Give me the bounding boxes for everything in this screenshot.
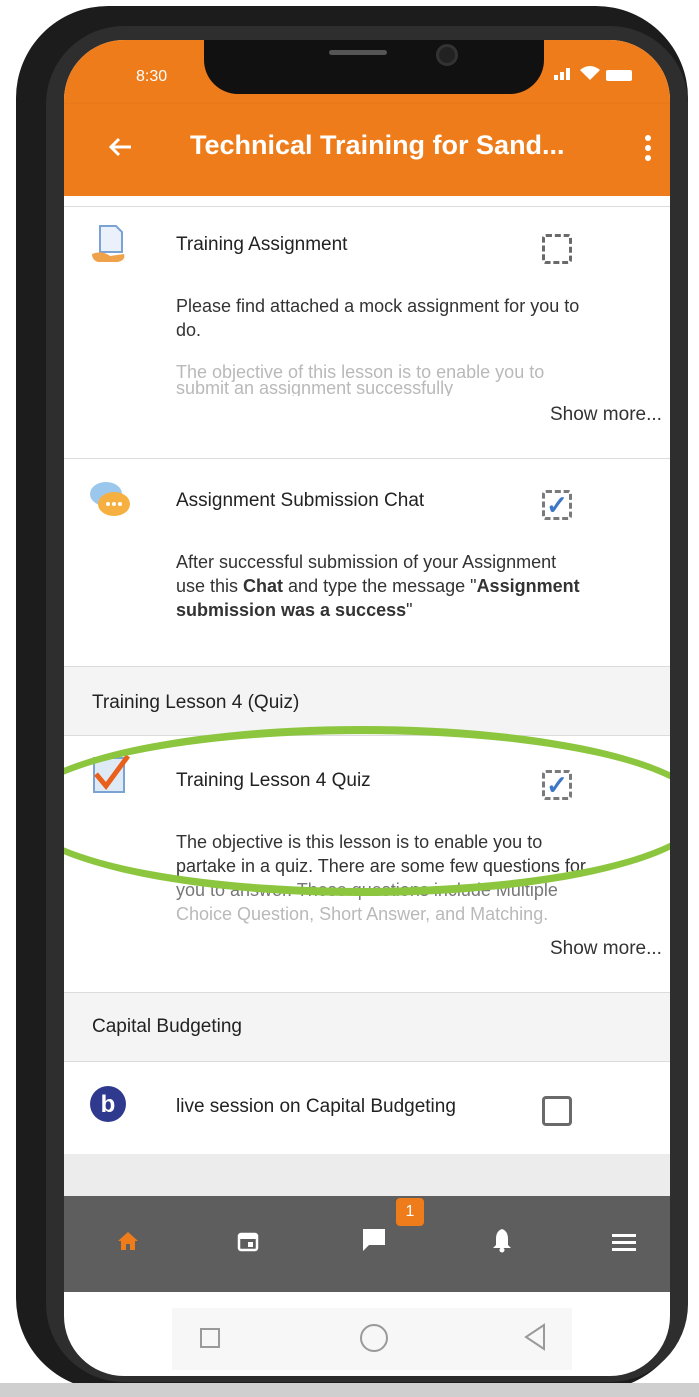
recents-button[interactable] xyxy=(200,1328,220,1348)
completion-checkbox-chat: ✓ xyxy=(542,490,572,520)
nav-calendar[interactable] xyxy=(228,1224,268,1264)
page-bottom-edge xyxy=(0,1383,699,1397)
triangle-back-icon xyxy=(524,1323,545,1351)
bell-icon xyxy=(493,1229,511,1253)
home-icon xyxy=(118,1232,138,1250)
nav-more[interactable] xyxy=(604,1224,644,1264)
description-line: After successful submission of your Assi… xyxy=(176,552,557,572)
activity-description-assignment: Please find attached a mock assignment f… xyxy=(176,294,666,342)
arrow-left-icon xyxy=(108,137,131,157)
more-options-button[interactable] xyxy=(638,134,658,166)
camera-notch xyxy=(204,40,544,94)
nav-notifications[interactable] xyxy=(482,1224,522,1264)
nav-messages[interactable] xyxy=(354,1224,394,1264)
calendar-icon xyxy=(237,1232,259,1252)
activity-title-chat[interactable]: Assignment Submission Chat xyxy=(176,490,424,512)
menu-icon xyxy=(612,1234,636,1251)
bold-text: Assignment xyxy=(476,576,580,596)
assignment-icon xyxy=(88,222,132,266)
text: " xyxy=(406,600,413,620)
description-line: submit an assignment successfully xyxy=(176,378,454,396)
content-footer-bg xyxy=(64,1154,670,1196)
activity-description-chat: After successful submission of your Assi… xyxy=(176,550,666,622)
camera-icon xyxy=(436,44,458,66)
activity-description-faded: The objective of this lesson is to enabl… xyxy=(176,360,666,396)
phone-screen: 8:30 Technical Training for Sand... Trai… xyxy=(64,40,670,1376)
status-bar: 8:30 xyxy=(64,40,670,104)
activity-title-assignment[interactable]: Training Assignment xyxy=(176,234,347,256)
course-content: Training Assignment Please find attached… xyxy=(64,196,670,1196)
speaker-slot xyxy=(329,50,387,55)
system-navigation-bar xyxy=(172,1308,572,1370)
divider xyxy=(64,458,670,459)
bold-text: Chat xyxy=(243,576,284,596)
description-line: do. xyxy=(176,320,202,340)
activity-title-live-session[interactable]: live session on Capital Budgeting xyxy=(176,1096,456,1118)
battery-icon xyxy=(606,69,632,81)
completion-checkbox-assignment xyxy=(542,234,572,264)
text: use this xyxy=(176,576,244,596)
section-heading-capital-budgeting: Capital Budgeting xyxy=(92,1016,242,1037)
home-system-button[interactable] xyxy=(360,1324,388,1352)
svg-text:b: b xyxy=(101,1091,116,1118)
text: and type the message " xyxy=(283,576,477,596)
divider xyxy=(64,206,670,207)
nav-home[interactable] xyxy=(108,1224,148,1264)
wifi-icon xyxy=(580,66,600,84)
status-icons xyxy=(554,66,632,84)
description-line: Please find attached a mock assignment f… xyxy=(176,296,580,316)
description-line: Choice Question, Short Answer, and Match… xyxy=(176,904,549,924)
show-more-link[interactable]: Show more... xyxy=(550,404,662,426)
divider xyxy=(64,1061,670,1062)
page-title: Technical Training for Sand... xyxy=(190,130,565,160)
section-heading-lesson4: Training Lesson 4 (Quiz) xyxy=(92,692,300,713)
messages-badge: 1 xyxy=(396,1198,424,1226)
completion-checkbox-live-session[interactable] xyxy=(542,1096,572,1126)
bigbluebutton-icon: b xyxy=(88,1084,132,1128)
app-bar: Technical Training for Sand... xyxy=(64,104,670,196)
back-system-button[interactable] xyxy=(522,1322,548,1358)
description-line: submission was a success" xyxy=(176,598,666,622)
description-line: use this Chat and type the message "Assi… xyxy=(176,574,666,598)
signal-icon xyxy=(554,66,574,84)
more-vert-icon xyxy=(645,135,651,161)
highlight-annotation xyxy=(64,726,670,896)
bottom-navigation: 1 xyxy=(64,1196,670,1292)
chat-icon xyxy=(88,478,132,522)
bold-text: submission was a success xyxy=(176,600,407,620)
status-time: 8:30 xyxy=(136,68,168,85)
messages-icon xyxy=(363,1229,385,1251)
back-button[interactable] xyxy=(102,132,138,168)
show-more-link[interactable]: Show more... xyxy=(550,938,662,960)
